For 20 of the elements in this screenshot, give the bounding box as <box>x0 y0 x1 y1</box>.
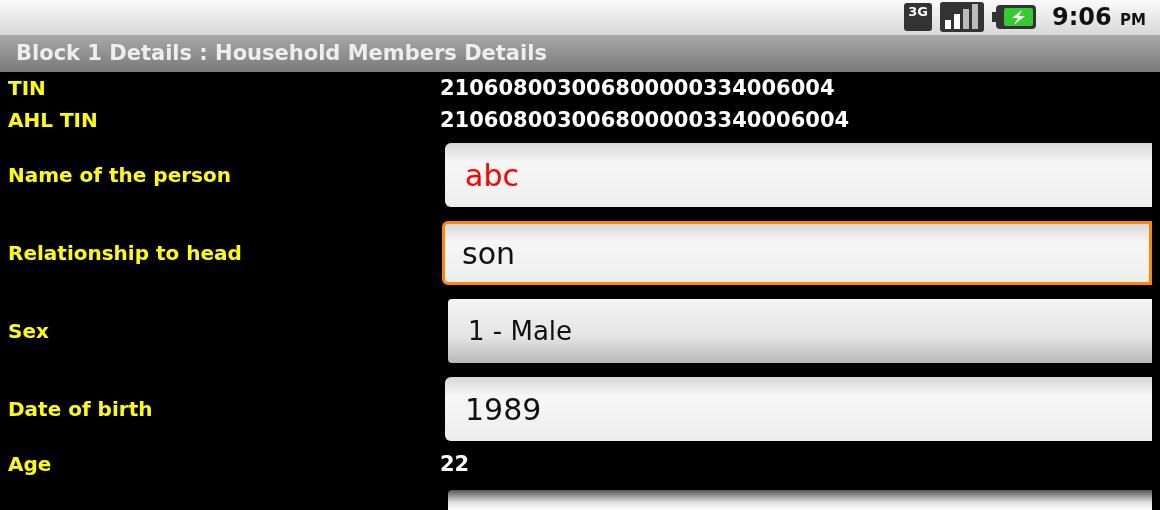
field-value: 22 <box>440 452 470 476</box>
field-label: Date of birth <box>7 397 154 421</box>
clock: 9:06 PM <box>1052 3 1146 32</box>
input-field[interactable]: 1989 <box>445 377 1152 441</box>
network-icon: 3G <box>904 3 932 32</box>
field-label: Age <box>7 452 53 476</box>
signal-icon <box>940 2 984 33</box>
field-label: Name of the person <box>7 163 232 187</box>
window-title: Block 1 Details : Household Members Details <box>0 34 1160 72</box>
input-field[interactable]: abc <box>445 143 1152 207</box>
field-label: AHL TIN <box>7 108 99 132</box>
field-value: 210608003006800000334006004 <box>440 76 835 100</box>
field-value: 2106080030068000003340006004 <box>440 108 850 132</box>
dropdown[interactable] <box>448 490 1152 510</box>
field-label: Sex <box>7 319 50 343</box>
field-label: TIN <box>7 76 47 100</box>
battery-charging-icon <box>992 5 1036 30</box>
input-field[interactable]: son <box>442 221 1152 285</box>
field-label: Relationship to head <box>7 241 243 265</box>
dropdown[interactable]: 1 - Male <box>448 299 1152 363</box>
